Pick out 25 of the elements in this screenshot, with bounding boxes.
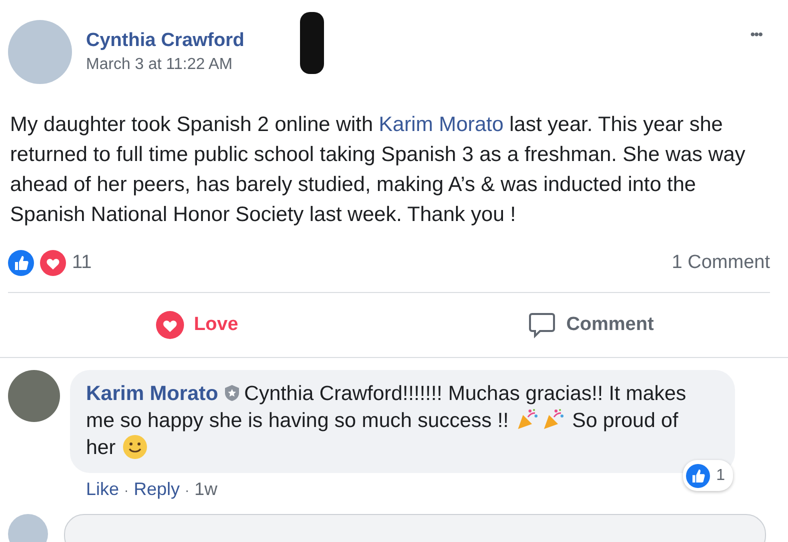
comment-time[interactable]: 1w bbox=[194, 479, 218, 500]
comment-action-link[interactable]: Reply bbox=[134, 479, 180, 500]
avatar[interactable] bbox=[8, 370, 60, 422]
mention-link[interactable]: Karim Morato bbox=[378, 113, 504, 136]
avatar bbox=[8, 514, 48, 542]
smiley-icon bbox=[122, 434, 148, 460]
post-time[interactable]: March 3 at 11:22 AM bbox=[86, 56, 736, 74]
comment-text: Karim Morato Cynthia Crawford!!!!!!! Muchas gracias!! It makes me so happy she is having so much success !! So proud of her bbox=[86, 381, 688, 461]
comment-action-link[interactable]: Like bbox=[86, 479, 120, 500]
author-name[interactable]: Cynthia Crawford bbox=[86, 30, 736, 52]
reaction-count[interactable]: 11 bbox=[72, 252, 92, 274]
party-popper-icon bbox=[542, 407, 566, 431]
like-count-badge[interactable]: 1 bbox=[683, 460, 733, 491]
commenter-name[interactable]: Karim Morato bbox=[86, 382, 218, 405]
redaction-mark bbox=[300, 12, 324, 74]
party-popper-icon bbox=[516, 407, 540, 431]
more-options[interactable]: ••• bbox=[750, 26, 762, 42]
speech-bubble-icon bbox=[528, 311, 556, 339]
separator-dot: · bbox=[184, 482, 190, 498]
separator-dot: · bbox=[124, 482, 129, 498]
shield-icon bbox=[224, 384, 240, 402]
thumbs-up-icon bbox=[8, 250, 34, 276]
thumbs-up-icon bbox=[686, 464, 710, 488]
comment-count[interactable]: 1 Comment bbox=[672, 252, 770, 274]
post-text: My daughter took Spanish 2 online with Karim Morato last year. This year she returned to full time public school taking Spanish 3 as a freshman. She was way ahead of her peers, has barely studied, making A’s & was inducted into the Spanish National Honor Society last week. Thank you ! bbox=[10, 112, 746, 228]
